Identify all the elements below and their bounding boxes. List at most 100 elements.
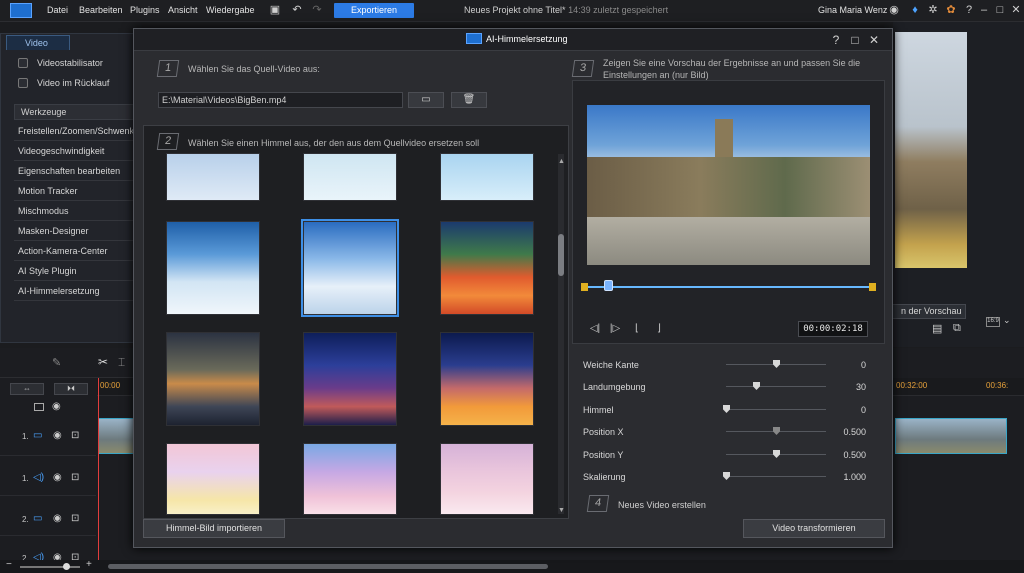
zoom-out-icon[interactable]: − bbox=[6, 559, 12, 570]
maximize-icon[interactable]: □ bbox=[848, 33, 862, 47]
tool-ai-style[interactable]: AI Style Plugin bbox=[14, 261, 135, 281]
param-position-x-knob[interactable] bbox=[773, 427, 780, 435]
tool-action-kamera[interactable]: Action-Kamera-Center bbox=[14, 241, 135, 261]
chevron-down-icon[interactable]: ⌄ bbox=[1003, 315, 1011, 326]
menu-bearbeiten[interactable]: Bearbeiten bbox=[79, 5, 123, 15]
external-window-icon[interactable]: ⧉ bbox=[953, 322, 961, 335]
scroll-up-icon[interactable]: ▲ bbox=[558, 158, 565, 165]
tab-video[interactable]: Video bbox=[6, 35, 70, 50]
param-landumgebung-slider[interactable] bbox=[726, 386, 826, 387]
save-icon[interactable]: ▣ bbox=[268, 3, 282, 17]
subtitle-icon[interactable]: ▤ bbox=[932, 322, 942, 335]
playhead[interactable] bbox=[98, 378, 99, 573]
browse-video-button[interactable]: ▭ bbox=[408, 92, 444, 108]
aspect-ratio-select[interactable]: 16:9 bbox=[986, 317, 1000, 327]
upgrade-icon[interactable]: ✿ bbox=[944, 3, 958, 17]
redo-icon[interactable]: ↷ bbox=[310, 3, 324, 17]
user-name[interactable]: Gina Maria Wenz bbox=[818, 5, 887, 15]
param-weiche-kante-knob[interactable] bbox=[773, 360, 780, 368]
eye-icon[interactable]: ◉ bbox=[53, 513, 62, 524]
track-visibility-all-icon[interactable] bbox=[34, 403, 44, 411]
tool-videogeschwindigkeit[interactable]: Videogeschwindigkeit bbox=[14, 141, 135, 161]
pen-icon[interactable]: ✎ bbox=[52, 356, 61, 369]
help-icon[interactable]: ? bbox=[829, 33, 843, 47]
video-clip[interactable] bbox=[895, 418, 1007, 454]
previous-frame-icon[interactable]: ◁| bbox=[588, 322, 602, 336]
account-icon[interactable]: ◉ bbox=[887, 3, 901, 17]
menu-ansicht[interactable]: Ansicht bbox=[168, 5, 198, 15]
sky-thumbnail[interactable] bbox=[440, 443, 534, 515]
sky-thumbnail[interactable] bbox=[303, 332, 397, 426]
notification-icon[interactable]: ♦ bbox=[908, 3, 922, 17]
tool-mischmodus[interactable]: Mischmodus bbox=[14, 201, 135, 221]
zoom-in-icon[interactable]: + bbox=[86, 559, 92, 570]
tool-eigenschaften[interactable]: Eigenschaften bearbeiten bbox=[14, 161, 135, 181]
menu-plugins[interactable]: Plugins bbox=[130, 5, 160, 15]
export-button[interactable]: Exportieren bbox=[334, 3, 414, 18]
split-icon[interactable]: ⌶ bbox=[118, 355, 125, 370]
preview-slider-knob[interactable] bbox=[604, 280, 613, 291]
param-skalierung-slider[interactable] bbox=[726, 476, 826, 477]
sky-list-scroll-thumb[interactable] bbox=[558, 234, 564, 276]
sky-thumbnail[interactable] bbox=[166, 332, 260, 426]
param-skalierung-knob[interactable] bbox=[723, 472, 730, 480]
source-video-path-input[interactable]: E:\Material\Videos\BigBen.mp4 bbox=[158, 92, 403, 108]
sky-thumbnail[interactable] bbox=[440, 153, 534, 201]
zoom-slider-knob[interactable] bbox=[63, 563, 70, 570]
eye-icon[interactable]: ◉ bbox=[53, 430, 62, 441]
sky-thumbnail-selected[interactable] bbox=[301, 219, 399, 317]
scroll-down-icon[interactable]: ▼ bbox=[558, 507, 565, 514]
videostabilisator-checkbox[interactable] bbox=[18, 58, 28, 68]
video-clip[interactable] bbox=[98, 418, 134, 454]
tool-motion-tracker[interactable]: Motion Tracker bbox=[14, 181, 135, 201]
sky-list-scrollbar[interactable] bbox=[558, 154, 564, 514]
maximize-icon[interactable]: □ bbox=[993, 3, 1007, 17]
timeline-scrollbar[interactable]: − + bbox=[0, 559, 1024, 573]
menu-wiedergabe[interactable]: Wiedergabe bbox=[206, 5, 255, 15]
timeline-scroll-thumb[interactable] bbox=[108, 564, 548, 569]
preview-quality-button[interactable]: n der Vorschau bbox=[892, 304, 966, 319]
menu-datei[interactable]: Datei bbox=[47, 5, 68, 15]
tool-masken-designer[interactable]: Masken-Designer bbox=[14, 221, 135, 241]
help-icon[interactable]: ? bbox=[962, 3, 976, 17]
sky-thumbnail[interactable] bbox=[166, 221, 260, 315]
in-marker[interactable] bbox=[581, 283, 588, 291]
sky-thumbnail[interactable] bbox=[166, 443, 260, 515]
step4-label: Neues Video erstellen bbox=[618, 500, 706, 510]
lock-icon[interactable]: ⊡ bbox=[71, 430, 79, 441]
close-icon[interactable]: ✕ bbox=[1009, 3, 1023, 17]
param-position-y-knob[interactable] bbox=[773, 450, 780, 458]
tool-ai-himmelersetzung[interactable]: AI-Himmelersetzung bbox=[14, 281, 135, 301]
sky-thumbnail[interactable] bbox=[303, 153, 397, 201]
eye-icon[interactable]: ◉ bbox=[52, 401, 61, 412]
param-himmel-slider[interactable] bbox=[726, 409, 826, 410]
mark-in-icon[interactable]: ⌊ bbox=[630, 322, 644, 336]
step2-label: Wählen Sie einen Himmel aus, der den aus… bbox=[188, 138, 480, 148]
zoom-slider[interactable] bbox=[20, 566, 80, 568]
out-marker[interactable] bbox=[869, 283, 876, 291]
minimize-icon[interactable]: – bbox=[977, 3, 991, 17]
param-landumgebung-knob[interactable] bbox=[753, 382, 760, 390]
tool-freistellen[interactable]: Freistellen/Zoomen/Schwenken bbox=[14, 121, 135, 141]
fit-timeline-button[interactable]: ⇔ bbox=[10, 383, 44, 395]
param-himmel-knob[interactable] bbox=[723, 405, 730, 413]
next-frame-icon[interactable]: |▷ bbox=[608, 322, 622, 336]
lock-icon[interactable]: ⊡ bbox=[71, 472, 79, 483]
undo-icon[interactable]: ↶ bbox=[290, 3, 304, 17]
sky-thumbnail[interactable] bbox=[166, 153, 260, 201]
eye-icon[interactable]: ◉ bbox=[53, 472, 62, 483]
scissors-icon[interactable]: ✂ bbox=[98, 355, 108, 369]
video-ruecklauf-checkbox[interactable] bbox=[18, 78, 28, 88]
sky-thumbnail[interactable] bbox=[440, 332, 534, 426]
lock-icon[interactable]: ⊡ bbox=[71, 513, 79, 524]
mark-out-icon[interactable]: ⌋ bbox=[652, 322, 666, 336]
preview-timeline-slider[interactable] bbox=[583, 286, 875, 288]
close-icon[interactable]: ✕ bbox=[867, 33, 881, 47]
track-manager-button[interactable]: ⏵⏴ bbox=[54, 383, 88, 395]
sky-thumbnail[interactable] bbox=[303, 443, 397, 515]
settings-icon[interactable]: ✲ bbox=[926, 3, 940, 17]
delete-video-button[interactable]: 🗑 bbox=[451, 92, 487, 108]
sky-thumbnail[interactable] bbox=[440, 221, 534, 315]
transform-video-button[interactable]: Video transformieren bbox=[743, 519, 885, 538]
import-sky-button[interactable]: Himmel-Bild importieren bbox=[143, 519, 285, 538]
